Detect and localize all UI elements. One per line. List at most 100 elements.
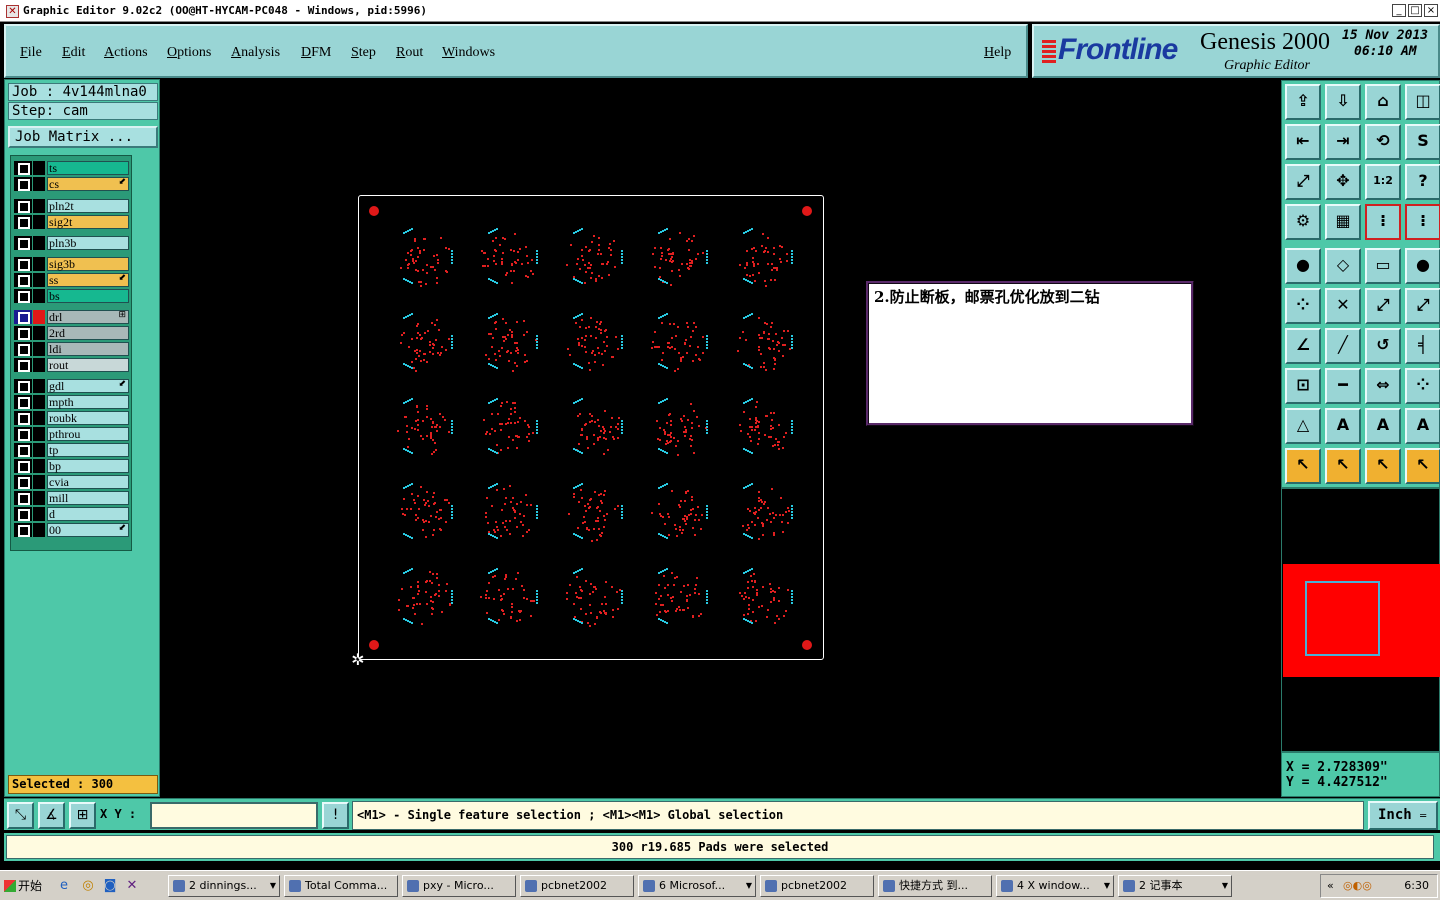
layer-affected-toggle[interactable] [33, 523, 45, 537]
layer-affected-toggle[interactable] [33, 161, 45, 175]
layer-row-sig2t[interactable]: sig2t [13, 214, 129, 229]
layer-checkbox[interactable] [14, 177, 32, 191]
layer-checkbox[interactable] [14, 443, 32, 457]
taskbar-item[interactable]: 2 记事本 ▼ [1118, 875, 1232, 897]
layer-affected-toggle[interactable] [33, 443, 45, 457]
layer-name[interactable]: rout [47, 358, 129, 372]
layer-affected-toggle[interactable] [33, 215, 45, 229]
layer-checkbox[interactable] [14, 199, 32, 213]
pcb-unit[interactable] [393, 568, 453, 628]
pcb-unit[interactable] [478, 568, 538, 628]
pcb-unit[interactable] [393, 313, 453, 373]
layer-row-mpth[interactable]: mpth [13, 394, 129, 409]
close-button[interactable]: × [1424, 4, 1438, 17]
layer-checkbox[interactable] [14, 289, 32, 303]
pan-right-icon[interactable]: ⇥ [1325, 124, 1361, 160]
copy-feature-icon[interactable]: ⤢ [1405, 288, 1440, 324]
layer-checkbox[interactable] [14, 161, 32, 175]
zoom-icon[interactable]: ⤡ [7, 802, 34, 829]
layer-row-cs[interactable]: cs ⬋ [13, 176, 129, 191]
home-icon[interactable]: ⌂ [1365, 84, 1401, 120]
select-arrow-icon[interactable]: ↖ [1285, 448, 1321, 484]
layer-name[interactable]: 00 [47, 523, 129, 537]
layer-affected-toggle[interactable] [33, 326, 45, 340]
select-box-icon[interactable]: ↖ [1325, 448, 1361, 484]
layer-affected-toggle[interactable] [33, 427, 45, 441]
pcb-unit[interactable] [393, 228, 453, 288]
settings-icon[interactable]: ⚙ [1285, 204, 1321, 240]
pcb-unit[interactable] [648, 483, 708, 543]
layer-name[interactable]: cvia [47, 475, 129, 489]
taskbar-item[interactable]: 快捷方式 到... [878, 875, 992, 897]
grid-view-icon[interactable]: ▦ [1325, 204, 1361, 240]
pcb-unit[interactable] [478, 483, 538, 543]
layer-row-drl[interactable]: drl ⊞ [13, 309, 129, 324]
layer-name[interactable]: tp [47, 443, 129, 457]
layer-name[interactable]: cs [47, 177, 129, 191]
zoom-fit-icon[interactable]: ⤢ [1285, 164, 1321, 200]
menu-actions[interactable]: Actions [104, 44, 148, 61]
layer-name[interactable]: bp [47, 459, 129, 473]
menu-edit[interactable]: Edit [62, 44, 85, 61]
menu-options[interactable]: Options [167, 44, 211, 61]
pcb-unit[interactable] [733, 398, 793, 458]
layer-affected-toggle[interactable] [33, 342, 45, 356]
group-icon[interactable]: ⁘ [1405, 368, 1440, 404]
taskbar-item[interactable]: 4 X window... ▼ [996, 875, 1114, 897]
layer-checkbox[interactable] [14, 475, 32, 489]
menu-analysis[interactable]: Analysis [231, 44, 280, 61]
layer-name[interactable]: mpth [47, 395, 129, 409]
grid-icon[interactable]: ⊞ [69, 802, 96, 829]
layer-row-sig3b[interactable]: sig3b [13, 256, 129, 271]
resize-icon[interactable]: ⇔ [1365, 368, 1401, 404]
layer-row-gdl[interactable]: gdl ⬋ [13, 378, 129, 393]
layer-row-pln3b[interactable]: pln3b [13, 235, 129, 250]
scale-ratio-icon[interactable]: 1:2 [1365, 164, 1401, 200]
layer-name[interactable]: ts [47, 161, 129, 175]
line-icon[interactable]: ╱ [1325, 328, 1361, 364]
layer-affected-toggle[interactable] [33, 459, 45, 473]
minimize-button[interactable]: _ [1392, 4, 1406, 17]
layer-checkbox[interactable] [14, 257, 32, 271]
mirror-icon[interactable]: ╡ [1405, 328, 1440, 364]
layer-checkbox[interactable] [14, 411, 32, 425]
layer-colors-icon[interactable]: ⁝ [1365, 204, 1401, 240]
layer-name[interactable]: roubk [47, 411, 129, 425]
pcb-unit[interactable] [733, 568, 793, 628]
layer-row-d[interactable]: d [13, 506, 129, 521]
layer-affected-toggle[interactable] [33, 358, 45, 372]
layer-affected-toggle[interactable] [33, 491, 45, 505]
pcb-unit[interactable] [393, 398, 453, 458]
menu-dfm[interactable]: DFM [301, 44, 331, 61]
text-outline-icon[interactable]: A [1325, 408, 1361, 444]
pcb-unit[interactable] [478, 313, 538, 373]
split-line-icon[interactable]: ━ [1325, 368, 1361, 404]
ruler-icon[interactable]: ▭ [1365, 248, 1401, 284]
unit-selector[interactable]: Inch ═ [1368, 801, 1438, 830]
undo-view-icon[interactable]: ⟲ [1365, 124, 1401, 160]
layer-row-bs[interactable]: bs [13, 288, 129, 303]
layer-name[interactable]: ss [47, 273, 129, 287]
layer-checkbox[interactable] [14, 379, 32, 393]
layer-name[interactable]: bs [47, 289, 129, 303]
close-job-icon[interactable]: ⇩ [1325, 84, 1361, 120]
pad-tools-icon[interactable]: ⊡ [1285, 368, 1321, 404]
menu-rout[interactable]: Rout [396, 44, 423, 61]
pcb-unit[interactable] [478, 398, 538, 458]
pcb-unit[interactable] [733, 228, 793, 288]
layer-checkbox[interactable] [14, 273, 32, 287]
menu-help[interactable]: Help [984, 44, 1011, 61]
layer-affected-toggle[interactable] [33, 507, 45, 521]
connect-nodes-icon[interactable]: ⁘ [1285, 288, 1321, 324]
pcb-unit[interactable] [563, 483, 623, 543]
work-layer-icon[interactable] [33, 310, 45, 324]
add-pad-icon[interactable]: ● [1285, 248, 1321, 284]
pcb-unit[interactable] [563, 313, 623, 373]
taskbar-item[interactable]: Total Comma... [284, 875, 398, 897]
help-icon[interactable]: ? [1405, 164, 1440, 200]
pcb-panel-outline[interactable] [358, 195, 824, 660]
job-matrix-button[interactable]: Job Matrix ... [8, 126, 158, 148]
layer-checkbox[interactable] [14, 358, 32, 372]
x-window-icon[interactable]: ✕ [124, 878, 140, 894]
taskbar-item[interactable]: pcbnet2002 [760, 875, 874, 897]
